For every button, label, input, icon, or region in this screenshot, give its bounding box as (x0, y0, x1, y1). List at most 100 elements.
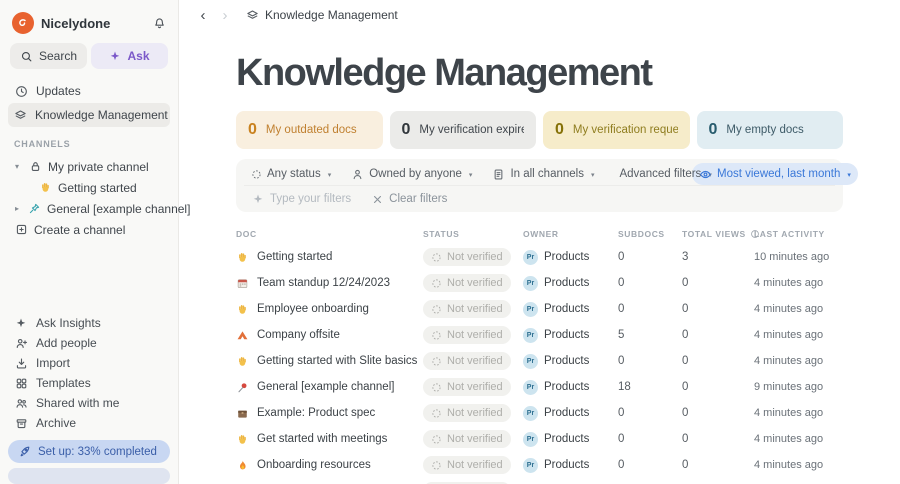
search-label: Search (38, 49, 78, 63)
status-badge: Not verified (423, 326, 511, 344)
caret-down-icon (589, 168, 595, 180)
sparkle-icon (252, 193, 264, 205)
caret-down-icon (845, 168, 851, 180)
breadcrumb[interactable]: Knowledge Management (246, 8, 398, 22)
back-icon[interactable] (192, 8, 214, 23)
sidebar-tool-item[interactable]: Templates (8, 373, 170, 393)
doc-title: Onboarding resources (257, 459, 371, 471)
stat-value: 0 (555, 121, 564, 138)
filter-chip-label: Owned by anyone (369, 168, 462, 180)
chevron-right-icon[interactable] (12, 204, 22, 213)
filter-chip[interactable]: In all channels (485, 163, 601, 185)
table-row[interactable]: Getting started Not verified Pr Products… (236, 244, 843, 270)
wave-emoji-icon (38, 181, 52, 194)
dashed-circle-icon (431, 382, 442, 393)
table-row[interactable]: Example: Product spec Not verified Pr Pr… (236, 400, 843, 426)
doc-cell: Employee onboarding (236, 303, 423, 316)
status-cell: Not verified (423, 300, 523, 318)
forward-icon[interactable] (214, 8, 236, 23)
status-cell: Not verified (423, 456, 523, 474)
column-header-total-views[interactable]: TOTAL VIEWS (682, 229, 759, 239)
status-cell: Not verified (423, 326, 523, 344)
last-activity-cell: 4 minutes ago (754, 303, 824, 315)
stat-card[interactable]: 0 My outdated docs (236, 111, 383, 149)
table-row[interactable]: General [example channel] Not verified P… (236, 374, 843, 400)
channel-general-example[interactable]: General [example channel] (8, 198, 190, 219)
sidebar-item-knowledge-management[interactable]: Knowledge Management (8, 103, 170, 127)
doc-emoji-icon (236, 381, 249, 394)
stat-label: My verification expired docs (419, 124, 524, 136)
table-row[interactable]: Not verified Pr Products (236, 478, 843, 484)
doc-cell: Team standup 12/24/2023 (236, 277, 423, 290)
status-badge: Not verified (423, 300, 511, 318)
search-button[interactable]: Search (10, 43, 87, 69)
filter-prompt-input[interactable]: Type your filters (252, 193, 351, 205)
table-row[interactable]: Team standup 12/24/2023 Not verified Pr (236, 270, 843, 296)
stat-card[interactable]: 0 My empty docs (696, 111, 843, 149)
doc-getting-started[interactable]: Getting started (34, 177, 170, 198)
doc-emoji-icon (236, 355, 249, 368)
create-channel-button[interactable]: Create a channel (8, 219, 170, 240)
doc-title: Get started with meetings (257, 433, 388, 445)
avatar: Pr (523, 275, 538, 291)
filter-chip[interactable]: Any status (244, 163, 338, 185)
column-header-subdocs[interactable]: SUBDOCS (618, 229, 682, 239)
table-row[interactable]: Getting started with Slite basics Not ve… (236, 348, 843, 374)
sidebar-tool-item[interactable]: Ask Insights (8, 313, 170, 333)
owner-cell: Pr Products (523, 301, 618, 317)
column-header-doc[interactable]: DOC (236, 229, 423, 239)
filter-chip-icon (492, 168, 505, 181)
dashed-circle-icon (431, 252, 442, 263)
workspace-logo[interactable] (12, 12, 34, 34)
table-row[interactable]: Onboarding resources Not verified Pr Pro… (236, 452, 843, 478)
status-badge: Not verified (423, 378, 511, 396)
view-filter-label: Most viewed, last month (717, 168, 841, 180)
doc-emoji-icon (236, 459, 249, 472)
owner-name: Products (544, 251, 590, 263)
table-row[interactable]: Company offsite Not verified Pr Products… (236, 322, 843, 348)
clock-icon (14, 85, 28, 98)
sidebar-tool-item[interactable]: Archive (8, 413, 170, 433)
owner-name: Products (544, 433, 590, 445)
column-header-status[interactable]: STATUS (423, 229, 523, 239)
setup-progress-button[interactable]: Set up: 33% completed (8, 440, 170, 463)
status-cell: Not verified (423, 404, 523, 422)
stat-card[interactable]: 0 My verification expired docs (389, 111, 536, 149)
sidebar-tool-item[interactable]: Add people (8, 333, 170, 353)
partial-banner[interactable] (8, 468, 170, 484)
clear-filters-button[interactable]: Clear filters (371, 193, 447, 206)
dashed-circle-icon (431, 434, 442, 445)
eye-icon (699, 168, 712, 181)
stat-card[interactable]: 0 My verification requested d… (543, 111, 690, 149)
subdocs-cell: 0 (618, 251, 625, 263)
owner-name: Products (544, 355, 590, 367)
filter-chip-icon (351, 168, 364, 181)
notifications-bell-icon[interactable] (153, 17, 166, 30)
dashed-circle-icon (431, 278, 442, 289)
views-cell: 0 (682, 433, 689, 445)
subdocs-cell: 18 (618, 381, 631, 393)
filter-chip[interactable]: Owned by anyone (344, 163, 479, 185)
tool-label: Ask Insights (36, 316, 101, 330)
doc-cell: Onboarding resources (236, 459, 423, 472)
setup-label: Set up: 33% completed (38, 445, 157, 458)
channel-label: My private channel (48, 159, 149, 174)
table-header-row: DOC STATUS OWNER SUBDOCS TOTAL VIEWS LAS… (236, 224, 843, 244)
table-row[interactable]: Get started with meetings Not verified P… (236, 426, 843, 452)
table-row[interactable]: Employee onboarding Not verified Pr Prod… (236, 296, 843, 322)
doc-emoji-icon (236, 433, 249, 446)
column-header-last-activity[interactable]: LAST ACTIVITY (754, 229, 856, 239)
sidebar-tool-item[interactable]: Import (8, 353, 170, 373)
chevron-down-icon[interactable] (12, 162, 22, 171)
column-header-owner[interactable]: OWNER (523, 229, 618, 239)
doc-cell: Getting started (236, 251, 423, 264)
topbar: Knowledge Management (179, 0, 900, 30)
doc-cell: Company offsite (236, 329, 423, 342)
sidebar-item-updates[interactable]: Updates (8, 79, 170, 103)
doc-title: Employee onboarding (257, 303, 369, 315)
last-activity-cell: 9 minutes ago (754, 381, 824, 393)
sidebar-tool-item[interactable]: Shared with me (8, 393, 170, 413)
channel-my-private-channel[interactable]: My private channel (8, 156, 170, 177)
workspace-name[interactable]: Nicelydone (41, 16, 146, 31)
ask-button[interactable]: Ask (91, 43, 168, 69)
